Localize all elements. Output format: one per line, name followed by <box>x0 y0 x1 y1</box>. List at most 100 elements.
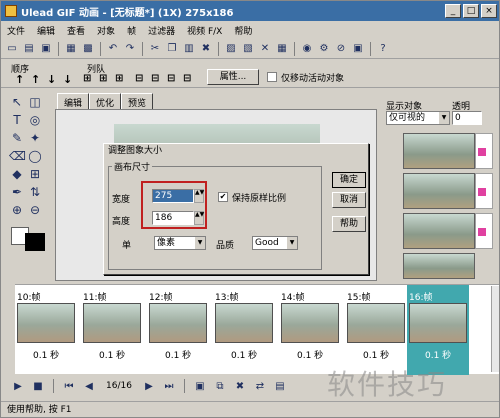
align-center-icon[interactable]: ⊞ <box>99 73 107 84</box>
ok-button[interactable]: 确定 <box>332 172 366 188</box>
object-thumbnail[interactable] <box>403 213 475 249</box>
menu-edit[interactable]: 编辑 <box>37 24 55 37</box>
last-frame-icon[interactable]: ⏭ <box>162 379 176 393</box>
object-thumbnail-bar <box>475 173 493 209</box>
menu-filter[interactable]: 过滤器 <box>148 24 175 37</box>
layer-toolbar: 顺序 列队 属性... 仅移动活动对象 <box>1 60 499 88</box>
magic-tool-icon[interactable]: ✦ <box>27 131 43 145</box>
frame-properties-icon[interactable]: ▤ <box>273 379 287 393</box>
pointer-tool-icon[interactable]: ↖ <box>9 95 25 109</box>
send-backward-icon[interactable]: ↓ <box>47 73 56 86</box>
text-tool-icon[interactable]: T <box>9 113 25 127</box>
cancel-button[interactable]: 取消 <box>332 192 366 208</box>
prev-frame-icon[interactable]: ◀ <box>82 379 96 393</box>
save-icon[interactable]: ▣ <box>39 42 53 56</box>
fill-tool-icon[interactable]: ◆ <box>9 167 25 181</box>
minimize-button[interactable]: _ <box>445 4 461 18</box>
frame-icon[interactable]: ▧ <box>241 42 255 56</box>
open-icon[interactable]: ▤ <box>22 42 36 56</box>
globe-icon[interactable]: ◉ <box>300 42 314 56</box>
zoom-in-tool-icon[interactable]: ⊕ <box>9 203 25 217</box>
keep-ratio-checkbox[interactable]: ✔ <box>218 192 228 202</box>
new-icon[interactable]: ▭ <box>5 42 19 56</box>
paste-icon[interactable]: ▥ <box>182 42 196 56</box>
only-active-checkbox[interactable] <box>267 72 277 82</box>
frame-label: 13:帧 <box>215 293 239 303</box>
frame-cell-selected[interactable]: 16:帧 0.1 秒 <box>407 285 469 375</box>
help-icon[interactable]: ? <box>376 42 390 56</box>
menu-view[interactable]: 查看 <box>67 24 85 37</box>
align-top-icon[interactable]: ⊟ <box>135 73 143 84</box>
distribute-icon[interactable]: ⊟ <box>183 73 191 84</box>
menu-frame[interactable]: 帧 <box>127 24 136 37</box>
stop-icon[interactable]: ⊘ <box>334 42 348 56</box>
bring-forward-icon[interactable]: ↑ <box>31 73 40 86</box>
tab-optimize[interactable]: 优化 <box>89 93 122 109</box>
foreground-color-swatch[interactable] <box>25 233 45 251</box>
align-middle-icon[interactable]: ⊟ <box>151 73 159 84</box>
play-icon[interactable]: ▶ <box>11 379 25 393</box>
help-button[interactable]: 帮助 <box>332 216 366 232</box>
frame-delay: 0.1 秒 <box>425 351 452 361</box>
eraser-tool-icon[interactable]: ⌫ <box>9 149 26 163</box>
lasso-tool-icon[interactable]: ◯ <box>27 149 43 163</box>
next-frame-icon[interactable]: ▶ <box>142 379 156 393</box>
zoom-out-tool-icon[interactable]: ⊖ <box>27 203 43 217</box>
tab-preview[interactable]: 预览 <box>121 93 154 109</box>
menu-file[interactable]: 文件 <box>7 24 25 37</box>
close-button[interactable]: × <box>481 4 497 18</box>
transparency-input[interactable]: 0 <box>452 111 482 125</box>
object-thumbnail[interactable] <box>403 133 475 169</box>
menu-help[interactable]: 帮助 <box>234 24 252 37</box>
tool-palette: ↖ ◫ T ◎ ✎ ✦ ⌫ ◯ ◆ ⊞ ✒ ⇅ ⊕ ⊖ <box>1 91 53 281</box>
maximize-button[interactable]: □ <box>463 4 479 18</box>
transform-tool-icon[interactable]: ⇅ <box>27 185 43 199</box>
delete-icon[interactable]: ✖ <box>199 42 213 56</box>
delete-frame-icon[interactable]: ✖ <box>233 379 247 393</box>
properties-button[interactable]: 属性... <box>207 69 259 85</box>
frame-cell[interactable]: 15:帧 0.1 秒 <box>345 285 407 375</box>
menu-video-fx[interactable]: 视频 F/X <box>187 24 222 37</box>
frame-cell[interactable]: 14:帧 0.1 秒 <box>279 285 341 375</box>
stop-icon[interactable]: ■ <box>31 379 45 393</box>
title-bar: Ulead GIF 动画 - [无标题*] (1X) 275x186 _ □ × <box>1 1 499 21</box>
grid-icon[interactable]: ▦ <box>275 42 289 56</box>
keep-ratio-label: 保持原样比例 <box>232 194 287 204</box>
target-tool-icon[interactable]: ◎ <box>27 113 43 127</box>
tab-edit[interactable]: 编辑 <box>57 93 90 109</box>
tween-icon[interactable]: ⇄ <box>253 379 267 393</box>
frame-cell[interactable]: 13:帧 0.1 秒 <box>213 285 275 375</box>
first-frame-icon[interactable]: ⏮ <box>62 379 76 393</box>
object-thumbnail[interactable] <box>403 253 475 279</box>
timeline-scrollbar[interactable] <box>491 286 499 372</box>
image-2-icon[interactable]: ▩ <box>81 42 95 56</box>
select-tool-icon[interactable]: ◫ <box>27 95 43 109</box>
settings-icon[interactable]: ⚙ <box>317 42 331 56</box>
eyedropper-tool-icon[interactable]: ✒ <box>9 185 25 199</box>
redo-icon[interactable]: ↷ <box>123 42 137 56</box>
print-icon[interactable]: ▨ <box>224 42 238 56</box>
quality-select[interactable]: Good ▼ <box>252 236 298 250</box>
cross-icon[interactable]: ✕ <box>258 42 272 56</box>
frame-cell[interactable]: 11:帧 0.1 秒 <box>81 285 143 375</box>
image-icon[interactable]: ▦ <box>64 42 78 56</box>
object-thumbnail[interactable] <box>403 173 475 209</box>
align-bottom-icon[interactable]: ⊟ <box>167 73 175 84</box>
align-left-icon[interactable]: ⊞ <box>83 73 91 84</box>
copy-icon[interactable]: ❐ <box>165 42 179 56</box>
image-3-icon[interactable]: ▣ <box>351 42 365 56</box>
duplicate-frame-icon[interactable]: ⧉ <box>213 379 227 393</box>
display-objects-select[interactable]: 仅可视的 ▼ <box>386 111 450 125</box>
add-frame-icon[interactable]: ▣ <box>193 379 207 393</box>
frame-cell[interactable]: 10:帧 0.1 秒 <box>15 285 77 375</box>
menu-object[interactable]: 对象 <box>97 24 115 37</box>
cut-icon[interactable]: ✂ <box>148 42 162 56</box>
undo-icon[interactable]: ↶ <box>106 42 120 56</box>
unit-select[interactable]: 像素 ▼ <box>154 236 206 250</box>
frame-cell[interactable]: 12:帧 0.1 秒 <box>147 285 209 375</box>
send-back-icon[interactable]: ↓ <box>63 73 72 86</box>
bring-front-icon[interactable]: ↑ <box>15 73 24 86</box>
align-right-icon[interactable]: ⊞ <box>115 73 123 84</box>
brush-tool-icon[interactable]: ✎ <box>9 131 25 145</box>
crop-tool-icon[interactable]: ⊞ <box>27 167 43 181</box>
